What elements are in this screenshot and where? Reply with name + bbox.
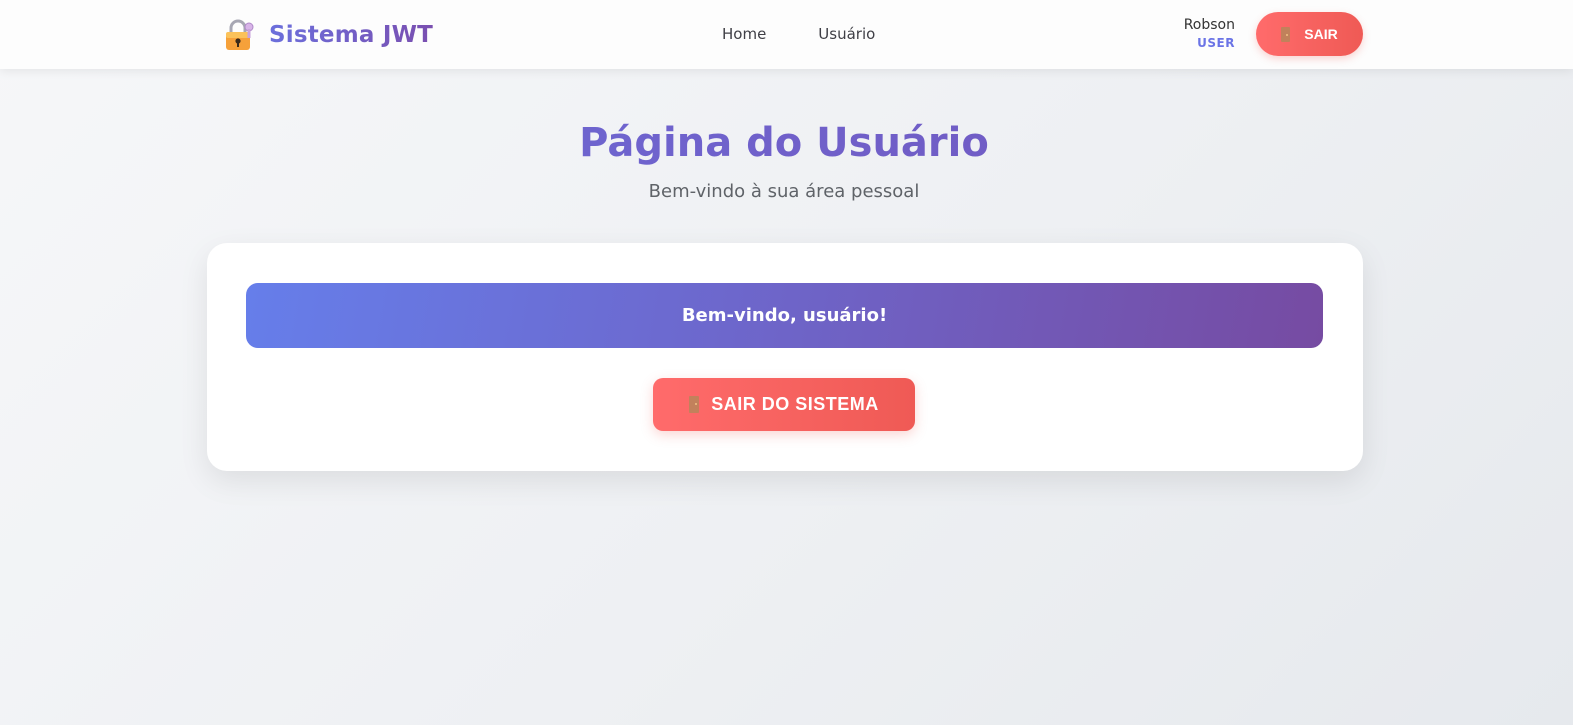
nav-links: Home Usuário [722,25,875,43]
brand-name: Sistema JWT [269,22,434,48]
door-icon [689,396,700,413]
page-subtitle: Bem-vindo à sua área pessoal [648,181,920,202]
navbar: Sistema JWT Home Usuário Robson USER SAI… [0,0,1573,69]
user-role-badge: USER [1197,36,1235,50]
page-title: Página do Usuário [0,120,1568,166]
nav-link-usuario[interactable]: Usuário [818,25,875,43]
welcome-message: Bem-vindo, usuário! [681,305,888,326]
user-name: Robson [1183,17,1235,33]
navbar-logout-label: SAIR [1304,26,1338,42]
brand[interactable]: Sistema JWT [221,18,433,52]
navbar-logout-button[interactable]: SAIR [1256,12,1363,56]
user-card: Bem-vindo, usuário! SAIR DO SISTEMA [207,243,1363,471]
door-icon [1281,26,1291,42]
logout-system-button[interactable]: SAIR DO SISTEMA [653,378,915,431]
welcome-banner: Bem-vindo, usuário! [246,283,1323,348]
nav-link-home[interactable]: Home [722,25,766,43]
lock-with-key-icon [221,18,255,52]
logout-system-label: SAIR DO SISTEMA [711,394,879,414]
user-info: Robson USER [1184,17,1235,52]
